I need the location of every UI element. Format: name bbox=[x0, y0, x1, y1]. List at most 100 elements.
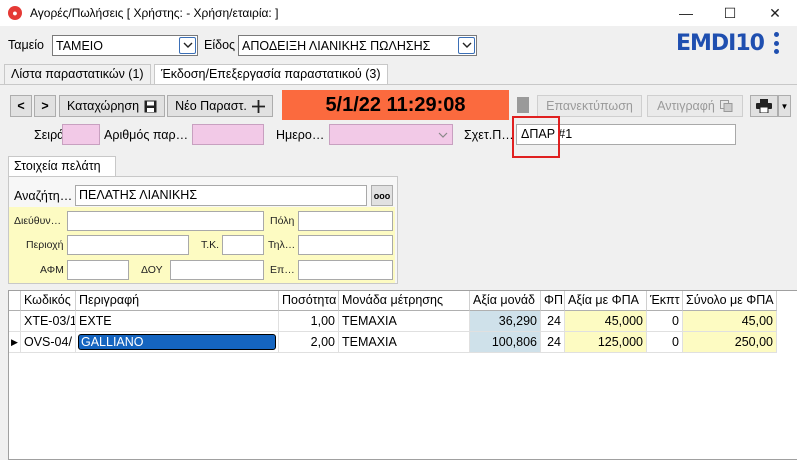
row-indicator-header bbox=[9, 291, 21, 311]
eidos-label: Είδος bbox=[204, 38, 236, 52]
chevron-down-icon bbox=[179, 37, 196, 54]
address-label: Διεύθυν… bbox=[14, 215, 62, 227]
print-button[interactable] bbox=[750, 95, 778, 117]
new-document-button[interactable]: Νέο Παραστ. bbox=[167, 95, 273, 117]
cell-total[interactable]: 45,00 bbox=[683, 311, 777, 332]
row-marker bbox=[9, 311, 21, 332]
reprint-button[interactable]: Επανεκτύπωση bbox=[537, 95, 642, 117]
customer-tab[interactable]: Στοιχεία πελάτη bbox=[8, 156, 116, 176]
seira-field[interactable] bbox=[62, 124, 100, 145]
column-header-vat[interactable]: ΦΠ bbox=[541, 291, 565, 311]
search-label: Αναζήτη… bbox=[14, 189, 73, 203]
print-dropdown-button[interactable]: ▼ bbox=[778, 95, 791, 117]
cell-total[interactable]: 250,00 bbox=[683, 332, 777, 353]
prev-button[interactable]: < bbox=[10, 95, 32, 117]
cell-description[interactable]: GALLIANO bbox=[76, 332, 279, 353]
column-header-quantity[interactable]: Ποσότητα bbox=[279, 291, 339, 311]
items-grid[interactable]: Κωδικός Περιγραφή Ποσότητα Μονάδα μέτρησ… bbox=[8, 290, 797, 460]
column-header-discount[interactable]: Έκπτ bbox=[647, 291, 683, 311]
eidos-select[interactable]: ΑΠΟΔΕΙΞΗ ΛΙΑΝΙΚΗΣ ΠΩΛΗΣΗΣ bbox=[238, 35, 477, 56]
phone-field[interactable] bbox=[298, 235, 393, 255]
copy-button[interactable]: Αντιγραφή bbox=[647, 95, 743, 117]
city-field[interactable] bbox=[298, 211, 393, 231]
doy-field[interactable] bbox=[170, 260, 264, 280]
customer-lookup-button[interactable]: ooo bbox=[371, 185, 393, 206]
save-button[interactable]: Καταχώρηση bbox=[59, 95, 165, 117]
close-button[interactable]: ✕ bbox=[752, 0, 797, 26]
cell-code[interactable]: XTE-03/1 bbox=[21, 311, 76, 332]
cell-discount[interactable]: 0 bbox=[647, 311, 683, 332]
afm-field[interactable] bbox=[67, 260, 129, 280]
address-field[interactable] bbox=[67, 211, 264, 231]
column-header-code[interactable]: Κωδικός bbox=[21, 291, 76, 311]
area-label: Περιοχή bbox=[26, 239, 64, 251]
cell-quantity[interactable]: 2,00 bbox=[279, 332, 339, 353]
highlight-box bbox=[512, 116, 560, 158]
kebab-menu-icon[interactable] bbox=[771, 32, 781, 54]
doy-label: ΔΟΥ bbox=[141, 264, 163, 276]
cell-description[interactable]: EXTE bbox=[76, 311, 279, 332]
emdi-logo: EMDI10 bbox=[676, 31, 765, 56]
tameio-select[interactable]: ΤΑΜΕΙΟ bbox=[52, 35, 198, 56]
column-header-total[interactable]: Σύνολο με ΦΠΑ bbox=[683, 291, 777, 311]
cell-discount[interactable]: 0 bbox=[647, 332, 683, 353]
next-button[interactable]: > bbox=[34, 95, 56, 117]
caret-down-icon: ▼ bbox=[780, 101, 789, 111]
chevron-right-icon: > bbox=[41, 99, 49, 113]
cell-vat[interactable]: 24 bbox=[541, 332, 565, 353]
eidos-value: ΑΠΟΔΕΙΞΗ ΛΙΑΝΙΚΗΣ ΠΩΛΗΣΗΣ bbox=[242, 38, 431, 53]
seira-label: Σειρά bbox=[34, 128, 65, 142]
column-header-value-with-vat[interactable]: Αξία με ΦΠΑ bbox=[565, 291, 647, 311]
window-title: Αγορές/Πωλήσεις [ Χρήστης: - Χρήση/εταιρ… bbox=[30, 6, 279, 20]
cell-quantity[interactable]: 1,00 bbox=[279, 311, 339, 332]
column-header-description[interactable]: Περιγραφή bbox=[76, 291, 279, 311]
cell-unit-value[interactable]: 100,806 bbox=[470, 332, 541, 353]
save-label: Καταχώρηση bbox=[66, 99, 140, 113]
cell-unit-value[interactable]: 36,290 bbox=[470, 311, 541, 332]
cell-vat[interactable]: 24 bbox=[541, 311, 565, 332]
minimize-button[interactable]: — bbox=[663, 0, 709, 26]
tameio-label: Ταμείο bbox=[8, 38, 44, 52]
copy-icon bbox=[719, 100, 733, 112]
cell-unit[interactable]: ΤΕΜΑΧΙΑ bbox=[339, 311, 470, 332]
cell-value-with-vat[interactable]: 45,000 bbox=[565, 311, 647, 332]
row-marker: ▶ bbox=[9, 332, 21, 353]
ep-field[interactable] bbox=[298, 260, 393, 280]
arithmos-label: Αριθμός παρ… bbox=[104, 128, 189, 142]
arithmos-field[interactable] bbox=[192, 124, 264, 145]
tab-document-list[interactable]: Λίστα παραστατικών (1) bbox=[4, 64, 151, 84]
chevron-down-icon bbox=[438, 128, 448, 142]
column-header-unit[interactable]: Μονάδα μέτρησης bbox=[339, 291, 470, 311]
floppy-icon bbox=[144, 100, 157, 112]
tk-label: Τ.Κ. bbox=[201, 239, 220, 251]
cell-unit[interactable]: ΤΕΜΑΧΙΑ bbox=[339, 332, 470, 353]
app-icon: ● bbox=[8, 6, 22, 20]
afm-label: ΑΦΜ bbox=[40, 264, 64, 276]
tk-field[interactable] bbox=[222, 235, 264, 255]
tameio-value: ΤΑΜΕΙΟ bbox=[56, 38, 103, 53]
column-header-unit-value[interactable]: Αξία μονάδ bbox=[470, 291, 541, 311]
datetime-display: 5/1/22 11:29:08 bbox=[282, 90, 509, 120]
maximize-button[interactable]: ☐ bbox=[707, 0, 753, 26]
copy-label: Αντιγραφή bbox=[657, 99, 715, 113]
city-label: Πόλη bbox=[270, 215, 295, 227]
phone-label: Τηλ… bbox=[268, 239, 296, 251]
plus-icon bbox=[251, 99, 265, 113]
new-document-label: Νέο Παραστ. bbox=[175, 99, 247, 113]
hmero-label: Ημερο… bbox=[276, 128, 325, 142]
chevron-left-icon: < bbox=[17, 99, 25, 113]
reprint-label: Επανεκτύπωση bbox=[546, 99, 633, 113]
cell-description-editor[interactable]: GALLIANO bbox=[78, 334, 276, 350]
sxet-label: Σχετ.Π… bbox=[464, 128, 514, 142]
area-field[interactable] bbox=[67, 235, 189, 255]
customer-search-input[interactable]: ΠΕΛΑΤΗΣ ΛΙΑΝΙΚΗΣ bbox=[75, 185, 367, 206]
date-field[interactable] bbox=[329, 124, 453, 145]
tab-edit-document[interactable]: Έκδοση/Επεξεργασία παραστατικού (3) bbox=[154, 64, 388, 84]
cell-value-with-vat[interactable]: 125,000 bbox=[565, 332, 647, 353]
ep-label: Επ… bbox=[270, 264, 295, 276]
cell-code[interactable]: OVS-04/ bbox=[21, 332, 76, 353]
title-bar: ● Αγορές/Πωλήσεις [ Χρήστης: - Χρήση/ετα… bbox=[0, 0, 797, 26]
document-icon bbox=[517, 97, 529, 113]
chevron-down-icon bbox=[458, 37, 475, 54]
printer-icon bbox=[756, 99, 772, 113]
